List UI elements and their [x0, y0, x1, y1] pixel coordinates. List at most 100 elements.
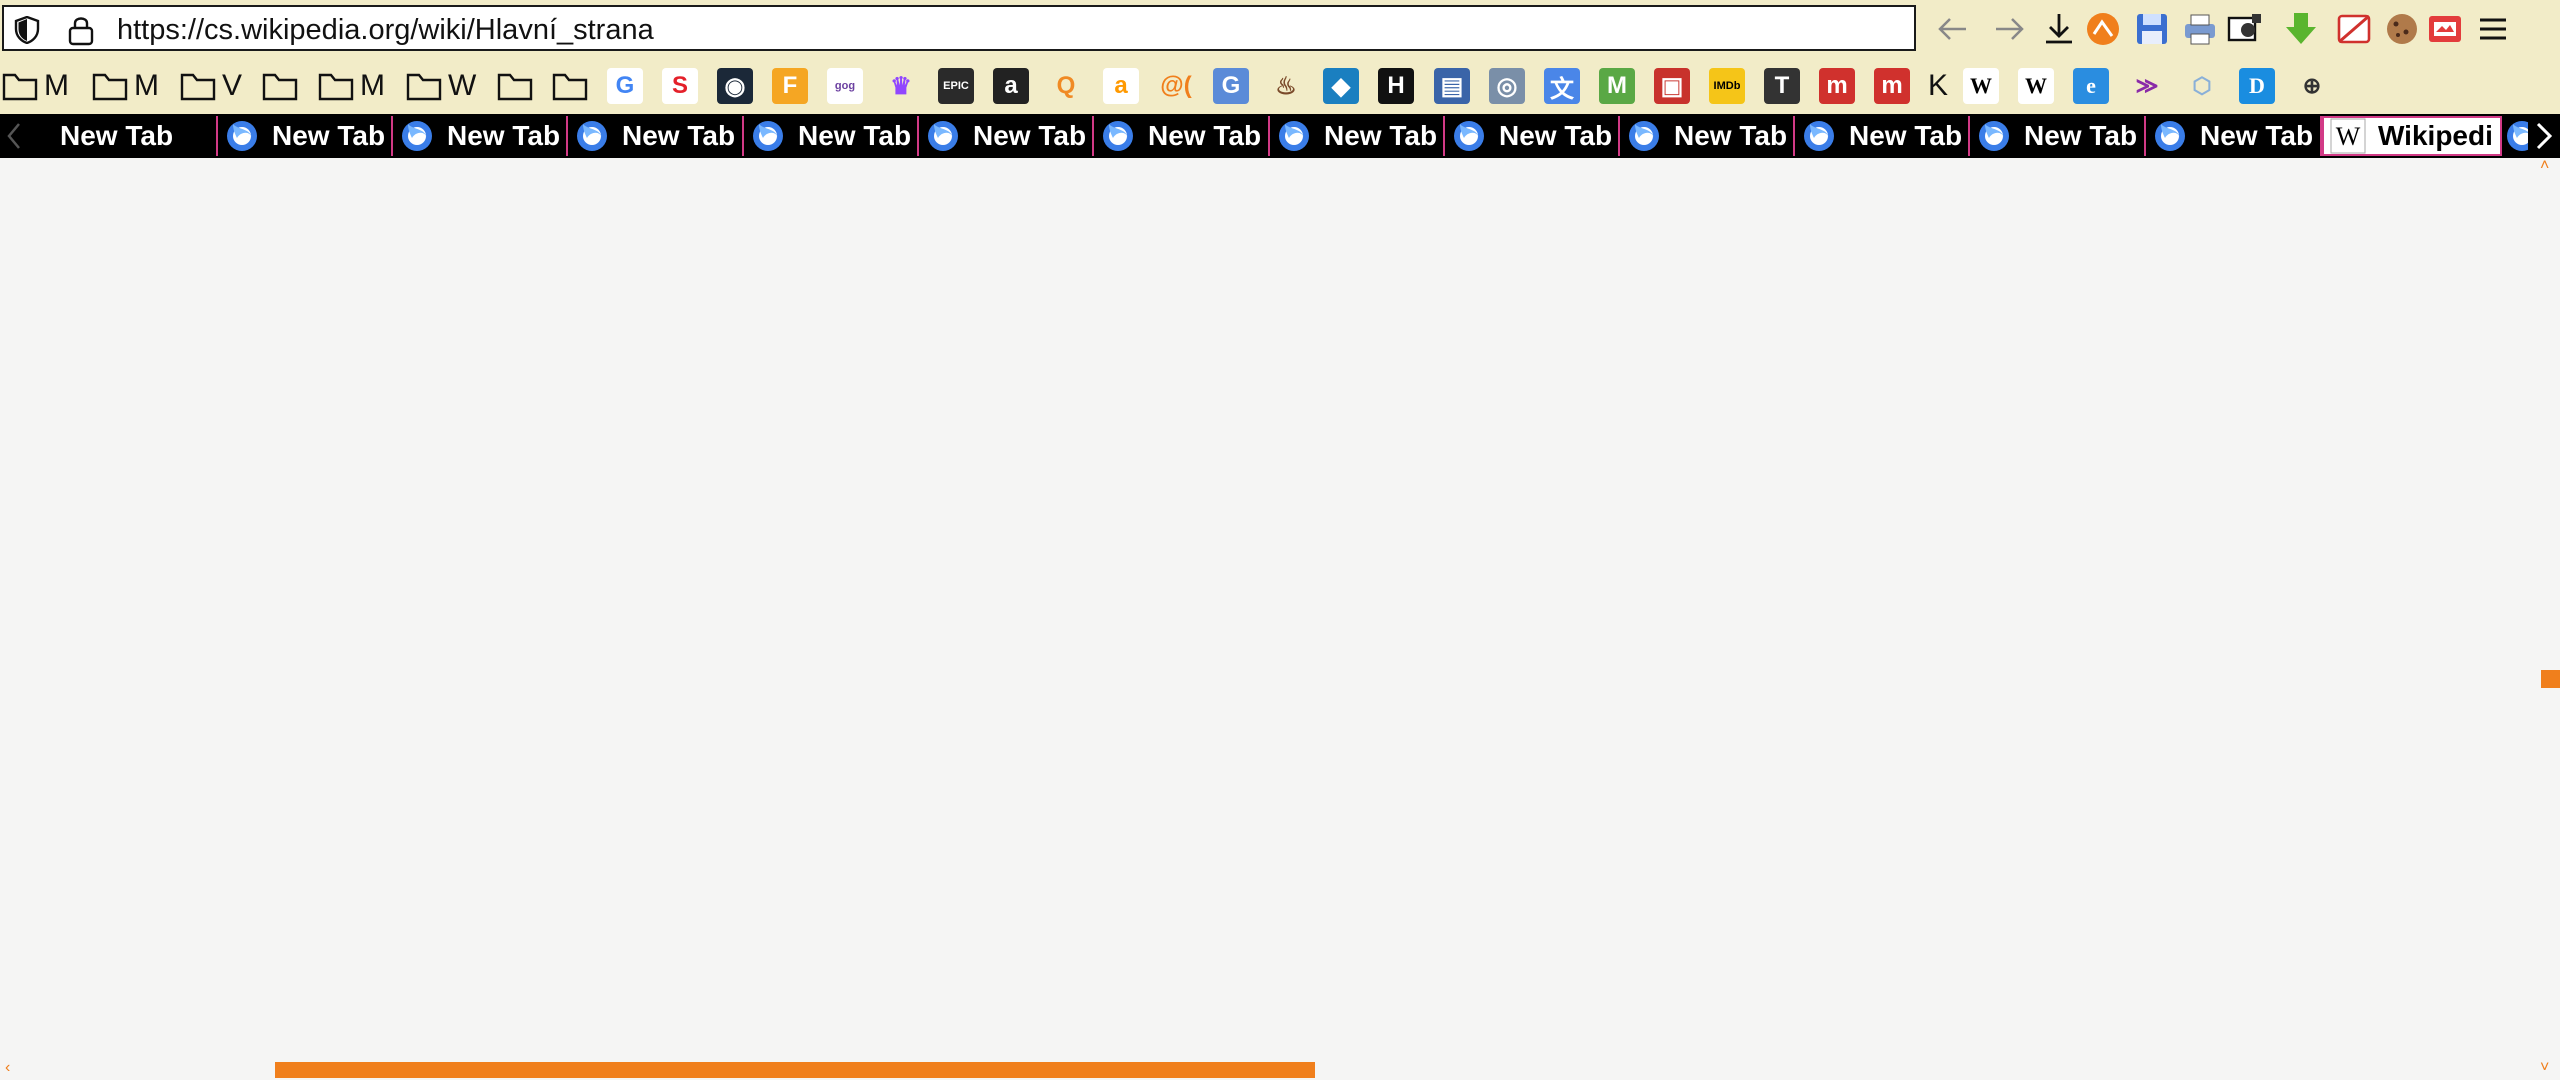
tab-new-tab[interactable]: New Tab [393, 116, 568, 156]
folder-icon [92, 73, 128, 101]
forward-icon [1996, 18, 2024, 40]
url-bar[interactable]: https://cs.wikipedia.org/wiki/Hlavní_str… [2, 5, 1916, 51]
bookmark-wikipedia[interactable]: W [1963, 66, 1999, 106]
tab-new-tab[interactable]: New Tab [1970, 116, 2146, 156]
bookmark-folder[interactable] [552, 66, 588, 106]
tab-label: New Tab [60, 120, 174, 151]
bookmark-t[interactable]: T [1764, 66, 1800, 106]
bookmark-folder[interactable] [497, 66, 533, 106]
bookmark-folder-label: M [134, 69, 159, 102]
blue-bird-icon: ◆ [1323, 68, 1359, 104]
cookie-button[interactable] [2379, 6, 2425, 52]
bookmark-google[interactable]: G [607, 66, 643, 106]
bookmark-g-box[interactable]: G [1213, 66, 1249, 106]
bookmark-folder[interactable] [262, 66, 298, 106]
bookmark-epic-games[interactable]: EPIC [938, 66, 974, 106]
tab-new-tab[interactable]: New Tab [218, 116, 393, 156]
tab-scroll-left-button[interactable] [0, 114, 28, 158]
tab-new-tab[interactable]: New Tab [30, 116, 218, 156]
bookmark-folder[interactable]: M [318, 66, 385, 106]
bookmark-k[interactable]: K [1928, 66, 1948, 106]
tab-scroll-right-button[interactable] [2530, 114, 2558, 158]
vertical-scroll-marker[interactable] [2541, 670, 2560, 688]
bookmark-wikipedia2[interactable]: W [2018, 66, 2054, 106]
bookmark-amazon[interactable]: a [1103, 66, 1139, 106]
e-icon: e [2073, 68, 2109, 104]
bookmark-chevrons[interactable]: ≫ [2129, 66, 2165, 106]
bookmark-h[interactable]: H [1378, 66, 1414, 106]
bookmark-folder[interactable]: M [92, 66, 159, 106]
bookmark-folder[interactable]: V [180, 66, 242, 106]
tab-wikipedia[interactable]: W Wikipedi [2322, 116, 2502, 156]
bookmark-folder[interactable]: W [406, 66, 476, 106]
bookmark-translate[interactable]: 文 [1544, 66, 1580, 106]
bookmark-m-red[interactable]: m [1819, 66, 1855, 106]
back-button[interactable] [1930, 6, 1976, 52]
scroll-up-arrow-icon[interactable]: ˄ [2540, 158, 2549, 174]
download-button[interactable] [2036, 6, 2082, 52]
bookmark-globe[interactable]: ⊕ [2294, 66, 2330, 106]
tab-new-tab[interactable]: New Tab [568, 116, 744, 156]
print-button[interactable] [2177, 6, 2223, 52]
bookmark-imdb[interactable]: IMDb [1709, 66, 1745, 106]
chevrons-icon: ≫ [2129, 68, 2165, 104]
cookie-icon [2387, 14, 2417, 44]
lock-icon[interactable] [66, 14, 96, 46]
folder-icon [497, 73, 533, 101]
tab-new-tab[interactable]: New Tab [1620, 116, 1795, 156]
bookmark-folder[interactable]: M [2, 66, 69, 106]
bookmark-folder-label: W [448, 69, 477, 102]
url-text[interactable]: https://cs.wikipedia.org/wiki/Hlavní_str… [117, 16, 654, 45]
folder-icon [262, 73, 298, 101]
bookmark-at[interactable]: @( [1158, 66, 1194, 106]
bookmark-m-red2[interactable]: m [1874, 66, 1910, 106]
firefox-icon [2155, 121, 2185, 151]
tab-new-tab[interactable]: New Tab [1445, 116, 1620, 156]
bookmark-fire[interactable]: ♨ [1268, 66, 1304, 106]
tab-new-tab[interactable]: New Tab [1094, 116, 1270, 156]
reader-button[interactable] [2422, 6, 2468, 52]
forward-button[interactable] [1986, 6, 2032, 52]
media-blocked-button[interactable] [2331, 6, 2377, 52]
steam-icon: ◉ [717, 68, 753, 104]
bookmark-e[interactable]: e [2073, 66, 2109, 106]
screenshot-button[interactable] [2222, 6, 2268, 52]
bookmark-picture-red[interactable]: ▣ [1654, 66, 1690, 106]
save-button[interactable] [2129, 6, 2175, 52]
tab-new-tab[interactable]: New Tab [2146, 116, 2322, 156]
screenshot-icon [2227, 14, 2261, 42]
horizontal-scrollbar-thumb[interactable] [275, 1062, 1315, 1078]
tab-new-tab[interactable]: New Tab [919, 116, 1094, 156]
page-content [0, 158, 2560, 1080]
extension-orange-icon [2087, 13, 2119, 45]
bookmark-book[interactable]: ▤ [1434, 66, 1470, 106]
bookmark-crown[interactable]: ♛ [883, 66, 919, 106]
tracking-protection-shield-icon[interactable] [14, 16, 40, 44]
folder-icon [180, 73, 216, 101]
hex-icon: ⬡ [2184, 68, 2220, 104]
bookmark-m-circle[interactable]: M [1599, 66, 1635, 106]
bookmark-steam[interactable]: ◉ [717, 66, 753, 106]
bookmark-d[interactable]: D [2239, 66, 2275, 106]
tab-new-tab[interactable]: New Tab [1795, 116, 1970, 156]
scroll-down-arrow-icon[interactable]: ˅ [2540, 1060, 2549, 1076]
bookmark-hex[interactable]: ⬡ [2184, 66, 2220, 106]
menu-button[interactable] [2470, 6, 2516, 52]
download-green-button[interactable] [2278, 6, 2324, 52]
extension-orange-button[interactable] [2080, 6, 2126, 52]
tab-new-tab[interactable]: New Tab [1270, 116, 1445, 156]
bookmark-check-magnifier[interactable]: Q [1048, 66, 1084, 106]
bookmark-globe-disc[interactable]: ◎ [1489, 66, 1525, 106]
bookmark-s[interactable]: S [662, 66, 698, 106]
m-red-icon: m [1819, 68, 1855, 104]
firefox-icon [1454, 121, 1484, 151]
scroll-left-arrow-icon[interactable]: ‹ [5, 1060, 10, 1076]
bookmark-orange-circle[interactable]: F [772, 66, 808, 106]
bookmark-gog[interactable]: gog [827, 66, 863, 106]
bookmark-a[interactable]: a [993, 66, 1029, 106]
bookmark-blue-bird[interactable]: ◆ [1323, 66, 1359, 106]
firefox-icon [1103, 121, 1133, 151]
tab-overflow-partial[interactable] [2504, 118, 2528, 154]
wikipedia2-icon: W [2018, 68, 2054, 104]
tab-new-tab[interactable]: New Tab [744, 116, 919, 156]
